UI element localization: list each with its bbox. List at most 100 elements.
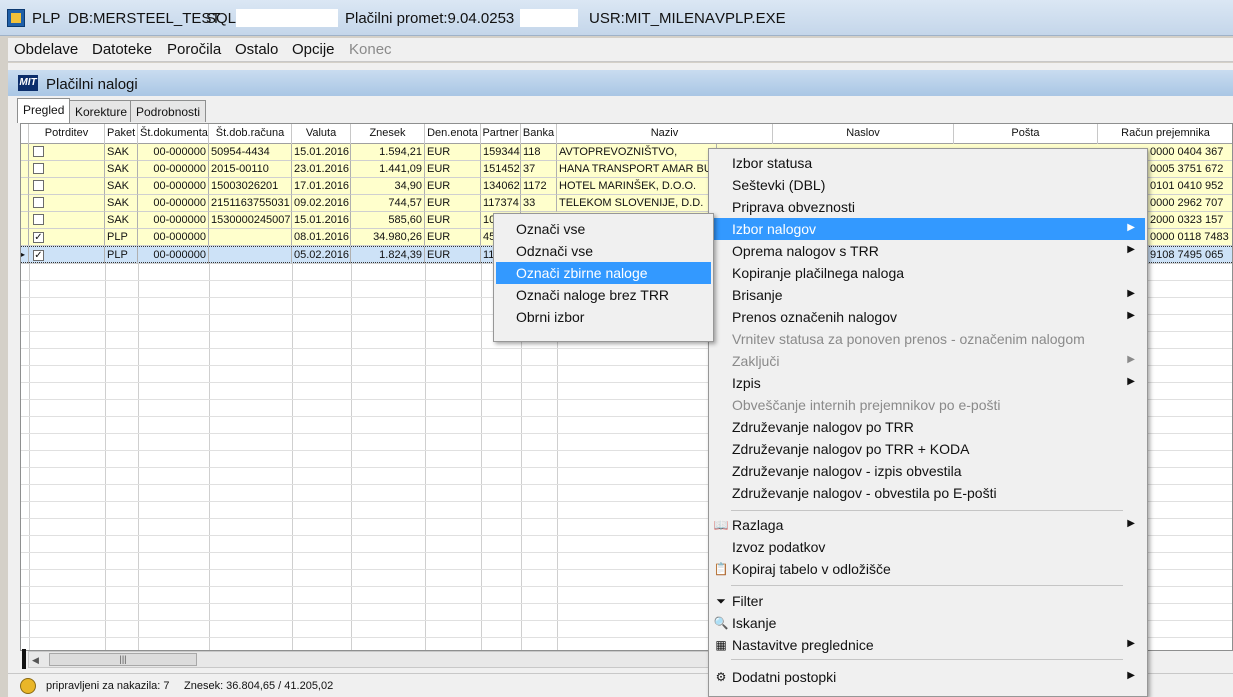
confirm-checkbox[interactable]: [33, 214, 44, 225]
menu-separator: [731, 510, 1123, 511]
cell-naziv: AVTOPREVOZNIŠTVO,: [557, 144, 717, 161]
scroll-left-arrow-icon[interactable]: ◀: [32, 655, 39, 666]
potrditev-cell[interactable]: [29, 195, 105, 212]
submenu-arrow-icon: ▶: [1127, 354, 1135, 365]
row-indicator: [21, 161, 29, 178]
clipboard-icon: 📋: [713, 562, 729, 576]
cell-racun: 0000 0118 7483: [1148, 229, 1232, 246]
menu-item-dodatni-postopki[interactable]: ⚙ Dodatni postopki ▶: [711, 666, 1145, 688]
menu-item-prenos[interactable]: Prenos označenih nalogov ▶: [711, 306, 1145, 328]
scroll-thumb[interactable]: |||: [49, 653, 197, 666]
col-header[interactable]: Partner: [481, 124, 521, 144]
menu-item-filter[interactable]: ⏷ Filter: [711, 590, 1145, 612]
col-header[interactable]: Den.enota: [425, 124, 481, 144]
user-label: USR:MIT_MILENA: [589, 10, 715, 27]
cell-naziv: HANA TRANSPORT AMAR BU: [557, 161, 717, 178]
confirm-checkbox[interactable]: [33, 197, 44, 208]
col-header[interactable]: Pošta: [954, 124, 1098, 144]
col-header[interactable]: Paket: [105, 124, 138, 144]
menu-item-zdruzevanje-izpis[interactable]: Združevanje nalogov - izpis obvestila: [711, 460, 1145, 482]
menu-ostalo[interactable]: Ostalo: [235, 41, 278, 58]
cell-partner: 151452: [481, 161, 521, 178]
menu-item-kopiraj-tabelo[interactable]: 📋 Kopiraj tabelo v odložišče: [711, 558, 1145, 580]
menu-item-izbor-statusa[interactable]: Izbor statusa: [711, 152, 1145, 174]
context-menu: Izbor statusa Seštevki (DBL) Priprava ob…: [708, 148, 1148, 697]
menu-item-nastavitve[interactable]: ▦ Nastavitve preglednice ▶: [711, 634, 1145, 656]
col-header[interactable]: Valuta: [292, 124, 351, 144]
menu-opcije[interactable]: Opcije: [292, 41, 335, 58]
menu-item-izpis[interactable]: Izpis ▶: [711, 372, 1145, 394]
col-header[interactable]: Št.dob.računa: [209, 124, 292, 144]
confirm-checkbox[interactable]: [33, 163, 44, 174]
col-header[interactable]: Banka: [521, 124, 557, 144]
menu-obdelave[interactable]: Obdelave: [14, 41, 78, 58]
menu-item-iskanje[interactable]: 🔍 Iskanje: [711, 612, 1145, 634]
menu-item-label: Oprema nalogov s TRR: [732, 243, 879, 259]
menu-item-razlaga[interactable]: 📖 Razlaga ▶: [711, 514, 1145, 536]
cell-znesek: 1.594,21: [351, 144, 425, 161]
potrditev-cell[interactable]: ✓: [29, 247, 105, 264]
submenu-item-oznaci-vse[interactable]: Označi vse: [496, 218, 711, 240]
confirm-checkbox[interactable]: [33, 180, 44, 191]
menu-item-izbor-nalogov[interactable]: Izbor nalogov ▶: [711, 218, 1145, 240]
col-header[interactable]: Naslov: [773, 124, 954, 144]
promet-label: Plačilni promet:9.04.0253: [345, 10, 515, 27]
row-indicator: [21, 212, 29, 229]
menu-item-kopiranje[interactable]: Kopiranje plačilnega naloga: [711, 262, 1145, 284]
submenu-item-obrni-izbor[interactable]: Obrni izbor: [496, 306, 711, 328]
tab-korekture[interactable]: Korekture: [69, 100, 134, 122]
col-header[interactable]: Znesek: [351, 124, 425, 144]
cell-dob: 2015-00110: [209, 161, 292, 178]
potrditev-cell[interactable]: [29, 161, 105, 178]
menu-porocila[interactable]: Poročila: [167, 41, 221, 58]
menu-item-priprava-obveznosti[interactable]: Priprava obveznosti: [711, 196, 1145, 218]
status-znesek: Znesek: 36.804,65 / 41.205,02: [184, 680, 334, 692]
menu-datoteke[interactable]: Datoteke: [92, 41, 152, 58]
menu-konec[interactable]: Konec: [349, 41, 392, 58]
confirm-checkbox-checked[interactable]: ✓: [33, 232, 44, 243]
menu-item-label: Brisanje: [732, 287, 783, 303]
confirm-checkbox-checked[interactable]: ✓: [33, 250, 44, 261]
cell-valuta: 23.01.2016: [292, 161, 351, 178]
submenu-arrow-icon: ▶: [1127, 310, 1135, 321]
menu-item-obvescanje[interactable]: Obveščanje internih prejemnikov po e-poš…: [711, 394, 1145, 416]
cell-banka: 33: [521, 195, 557, 212]
potrditev-cell[interactable]: [29, 178, 105, 195]
cell-znesek: 34.980,26: [351, 229, 425, 246]
menu-item-sestevki[interactable]: Seštevki (DBL): [711, 174, 1145, 196]
menu-item-zdruzevanje-eposta[interactable]: Združevanje nalogov - obvestila po E-poš…: [711, 482, 1145, 504]
potrditev-cell[interactable]: [29, 144, 105, 161]
cell-paket: SAK: [105, 178, 138, 195]
menu-item-oprema-nalogov[interactable]: Oprema nalogov s TRR ▶: [711, 240, 1145, 262]
menu-item-label: Dodatni postopki: [732, 669, 837, 685]
menu-item-vrnitev-statusa[interactable]: Vrnitev statusa za ponoven prenos - ozna…: [711, 328, 1145, 350]
submenu-item-odznaci-vse[interactable]: Odznači vse: [496, 240, 711, 262]
potrditev-cell[interactable]: [29, 212, 105, 229]
tab-pregled[interactable]: Pregled: [17, 98, 71, 123]
menu-separator: [731, 659, 1123, 660]
horizontal-scrollbar[interactable]: ◀ |||: [28, 651, 713, 668]
menu-item-zdruzevanje-trr[interactable]: Združevanje nalogov po TRR: [711, 416, 1145, 438]
submenu-izbor-nalogov: Označi vse Odznači vse Označi zbirne nal…: [493, 213, 714, 342]
cell-dob: [209, 229, 292, 246]
tab-podrobnosti[interactable]: Podrobnosti: [130, 100, 207, 122]
potrditev-cell[interactable]: ✓: [29, 229, 105, 246]
col-header[interactable]: Naziv: [557, 124, 773, 144]
menu-item-label: Iskanje: [732, 615, 777, 631]
cell-dob: 2151163755031: [209, 195, 292, 212]
col-header[interactable]: Št.dokumenta: [138, 124, 209, 144]
submenu-item-oznaci-zbirne[interactable]: Označi zbirne naloge: [496, 262, 711, 284]
splitter-handle[interactable]: [22, 649, 26, 669]
cell-den: EUR: [425, 212, 481, 229]
col-header[interactable]: Potrditev: [29, 124, 105, 144]
window-title: Plačilni nalogi: [46, 76, 138, 93]
menu-item-zdruzevanje-trr-koda[interactable]: Združevanje nalogov po TRR + KODA: [711, 438, 1145, 460]
menu-item-zakljuci[interactable]: Zaključi ▶: [711, 350, 1145, 372]
cell-racun: 0000 0404 367: [1148, 144, 1232, 161]
submenu-item-oznaci-brez-trr[interactable]: Označi naloge brez TRR: [496, 284, 711, 306]
menu-item-brisanje[interactable]: Brisanje ▶: [711, 284, 1145, 306]
col-header[interactable]: Račun prejemnika: [1098, 124, 1232, 144]
confirm-checkbox[interactable]: [33, 146, 44, 157]
menu-item-izvoz[interactable]: Izvoz podatkov: [711, 536, 1145, 558]
cell-valuta: 09.02.2016: [292, 195, 351, 212]
